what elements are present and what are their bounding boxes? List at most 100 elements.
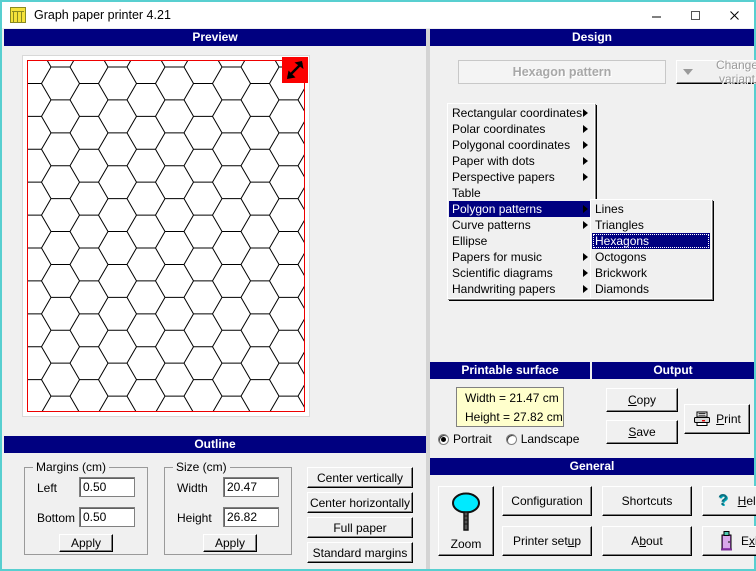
design-category-menu[interactable]: Rectangular coordinates Polar coordinates… [447,103,595,299]
size-apply-button[interactable]: Apply [203,534,257,552]
menu-item-curve-patterns[interactable]: Curve patterns [449,217,593,233]
submenu-item-hexagons[interactable]: Hexagons [592,233,710,249]
menu-item-label: Polygonal coordinates [452,138,571,152]
landscape-radio[interactable] [505,433,517,445]
margins-group: Margins (cm) Left 0.50 Bottom 0.50 Apply [24,460,148,555]
print-button[interactable]: Print [684,404,750,434]
save-label-rest: ave [636,425,656,439]
submenu-arrow-icon [583,221,588,229]
exit-door-icon [719,531,735,551]
print-label-rest: rint [724,412,741,426]
menu-item-label: Triangles [595,218,644,232]
save-button[interactable]: Save [606,420,678,444]
change-variant-label: Change variant [715,58,756,86]
submenu-item-triangles[interactable]: Triangles [592,217,710,233]
menu-item-polygonal-coordinates[interactable]: Polygonal coordinates [449,137,593,153]
preview-paper[interactable] [22,55,310,417]
about-button[interactable]: About [602,526,692,556]
menu-item-polygon-patterns[interactable]: Polygon patterns [449,201,593,217]
question-mark-icon: ? ? [718,492,732,510]
menu-item-label: Curve patterns [452,218,531,232]
bottom-margin-label: Bottom [37,511,76,525]
outline-panel: Outline Margins (cm) Left 0.50 Bottom 0.… [4,436,426,569]
width-label: Width [177,481,208,495]
standard-margins-button[interactable]: Standard margins [307,542,413,563]
chevron-down-icon [683,69,693,75]
menu-item-label: Papers for music [452,250,543,264]
design-submenu[interactable]: Lines Triangles Hexagons Octogons Brickwork D… [590,199,712,299]
change-variant-button[interactable]: Change variant [676,58,756,86]
center-vertically-button[interactable]: Center vertically [307,467,413,488]
menu-item-polar-coordinates[interactable]: Polar coordinates [449,121,593,137]
menu-item-label: Handwriting papers [452,282,556,296]
center-horizontally-button[interactable]: Center horizontally [307,492,413,513]
help-button[interactable]: ? ? Help [702,486,756,516]
magnifier-icon [447,490,485,534]
copy-button[interactable]: Copy [606,388,678,412]
menu-item-perspective-papers[interactable]: Perspective papers [449,169,593,185]
submenu-arrow-icon [583,205,588,213]
menu-item-rectangular-coordinates[interactable]: Rectangular coordinates [449,105,593,121]
svg-text:?: ? [718,492,728,509]
output-caption: Output [592,362,754,379]
printer-setup-button[interactable]: Printer setup [502,526,592,556]
zoom-label: Zoom [450,537,482,551]
close-button[interactable] [715,2,754,28]
submenu-item-lines[interactable]: Lines [592,201,710,217]
menu-item-papers-for-music[interactable]: Papers for music [449,249,593,265]
size-group: Size (cm) Width 20.47 Height 26.82 Apply [164,460,292,555]
zoom-button[interactable]: Zoom [438,486,494,556]
configuration-button[interactable]: Configuration [502,486,592,516]
submenu-arrow-icon [583,253,588,261]
preview-panel: Preview [4,29,426,434]
width-input[interactable]: 20.47 [223,477,279,497]
resize-diagonal-arrow-icon[interactable] [282,57,308,83]
menu-item-scientific-diagrams[interactable]: Scientific diagrams [449,265,593,281]
exit-button[interactable]: Exit [702,526,756,556]
portrait-radio[interactable] [438,433,449,445]
submenu-item-brickwork[interactable]: Brickwork [592,265,710,281]
submenu-arrow-icon [583,269,588,277]
general-panel: General Zoom Configuration Printer setup… [430,458,756,569]
menu-item-label: Lines [595,202,624,216]
left-margin-input[interactable]: 0.50 [79,477,135,497]
bottom-margin-input[interactable]: 0.50 [79,507,135,527]
menu-item-label: Brickwork [595,266,648,280]
minimize-button[interactable] [637,2,676,28]
menu-item-label: Ellipse [452,234,488,248]
preview-paper-outline [27,60,305,412]
printable-surface-panel: Printable surface Width = 21.47 cm Heigh… [430,362,590,455]
full-paper-button[interactable]: Full paper [307,517,413,538]
maximize-button[interactable] [676,2,715,28]
copy-label-rest: opy [636,393,657,407]
help-label-rest: elp [746,494,756,508]
submenu-arrow-icon [583,157,588,165]
submenu-arrow-icon [583,141,588,149]
submenu-item-diamonds[interactable]: Diamonds [592,281,710,297]
submenu-item-octogons[interactable]: Octogons [592,249,710,265]
design-panel: Design Hexagon pattern Change variant Re… [430,29,756,359]
menu-item-label: Perspective papers [452,170,555,184]
preview-caption: Preview [4,29,426,46]
paper-dimensions-box: Width = 21.47 cm Height = 27.82 cm [456,387,564,427]
menu-item-paper-with-dots[interactable]: Paper with dots [449,153,593,169]
output-panel: Output Copy Save Print [592,362,754,455]
menu-item-table[interactable]: Table [449,185,593,201]
window-controls [637,2,754,28]
menu-item-label: Rectangular coordinates [452,106,583,120]
menu-item-label: Polygon patterns [452,202,543,216]
submenu-arrow-icon [583,173,588,181]
shortcuts-button[interactable]: Shortcuts [602,486,692,516]
title-bar: Graph paper printer 4.21 [2,2,754,28]
height-input[interactable]: 26.82 [223,507,279,527]
menu-item-label: Polar coordinates [452,122,546,136]
printable-surface-caption: Printable surface [430,362,590,379]
margins-apply-button[interactable]: Apply [59,534,113,552]
hexagon-pattern [28,61,304,411]
pattern-name-display: Hexagon pattern [458,60,666,84]
printer-icon [693,411,711,427]
general-caption: General [430,458,754,475]
submenu-arrow-icon [583,285,588,293]
menu-item-handwriting-papers[interactable]: Handwriting papers [449,281,593,297]
menu-item-ellipse[interactable]: Ellipse [449,233,593,249]
